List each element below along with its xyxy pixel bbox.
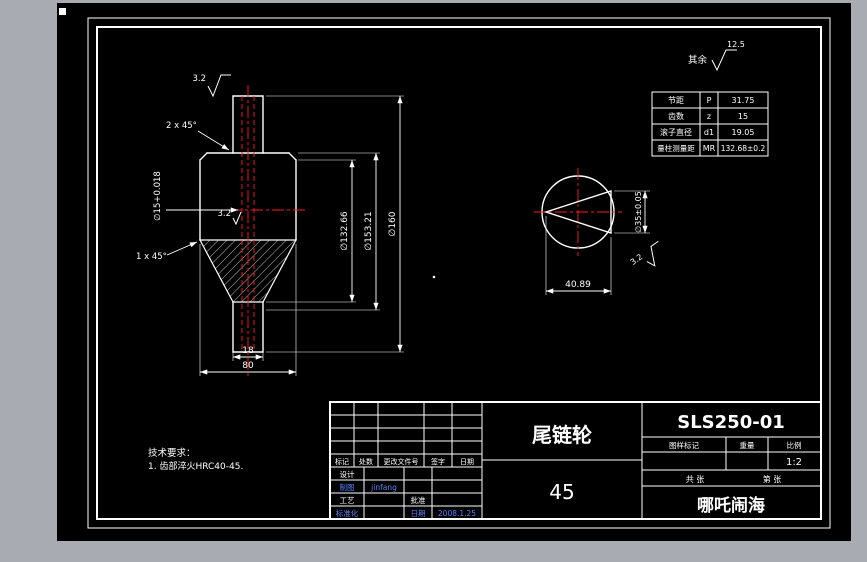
- param-row-symbol: P: [707, 96, 712, 105]
- rev-header-sign: 签字: [431, 457, 445, 466]
- dim-text-bore: ∅15+0.018: [153, 171, 163, 221]
- rev-header-count: 处数: [359, 457, 373, 466]
- sig-process-label: 工艺: [340, 496, 355, 505]
- param-row-value: 31.75: [732, 96, 755, 105]
- sig-date-value: 2008.1.25: [438, 509, 476, 518]
- param-row-symbol: d1: [704, 128, 714, 137]
- dim-text-cone-dia: ∅35±0.05: [634, 191, 643, 233]
- tech-req-item: 1. 齿部淬火HRC40-45.: [148, 460, 243, 472]
- drawing-number: SLS250-01: [677, 412, 785, 433]
- sprocket-parameter-table: 节距 P 31.75 齿数 z 15 滚子直径 d1 19.05 量柱测量距 M…: [651, 91, 769, 157]
- part-name: 尾链轮: [532, 423, 592, 447]
- surface-note-value: 12.5: [727, 40, 745, 49]
- param-row-name: 节距: [668, 96, 684, 105]
- dim-text-root-dia: ∅132.66: [340, 211, 350, 251]
- sig-draft-name: jinfang: [370, 483, 397, 492]
- scale-label: 比例: [787, 440, 802, 450]
- sig-date-label: 日期: [411, 509, 426, 518]
- roughness-top-value: 3.2: [192, 74, 206, 84]
- dim-text-pitch-dia: ∅153.21: [364, 211, 374, 250]
- param-row-name: 齿数: [668, 111, 684, 121]
- tech-req-title: 技术要求：: [148, 447, 196, 459]
- sig-design-label: 设计: [340, 469, 355, 479]
- sig-approve-label: 批准: [411, 495, 426, 505]
- dim-text-outer-dia: ∅160: [388, 211, 398, 236]
- cad-viewport: 其余 12.5 节距 P 31.75 齿数 z 15 滚子直径 d1 19.05…: [0, 0, 867, 562]
- rev-header-date: 日期: [460, 458, 474, 466]
- company-name: 哪吒闹海: [697, 495, 765, 516]
- param-row-name: 量柱测量距: [657, 143, 695, 153]
- chamfer-bottom-text: 1 x 45°: [136, 252, 167, 262]
- dim-text-cone-length: 40.89: [565, 280, 591, 290]
- weight-label: 重量: [740, 441, 755, 450]
- dim-text-rim-width: 18: [242, 346, 254, 356]
- stamp-label: 图样标记: [669, 440, 699, 450]
- scale-value: 1:2: [786, 457, 802, 468]
- param-row-symbol: z: [707, 112, 711, 121]
- material: 45: [549, 480, 574, 504]
- param-row-name: 滚子直径: [660, 127, 692, 137]
- model-space-background[interactable]: [57, 3, 851, 541]
- stray-point-blip: [432, 275, 436, 279]
- param-row-symbol: MR: [703, 144, 716, 153]
- param-row-value: 132.68±0.2: [721, 144, 766, 153]
- cad-canvas[interactable]: 其余 12.5 节距 P 31.75 齿数 z 15 滚子直径 d1 19.05…: [0, 0, 867, 562]
- viewport-corner-marker: [59, 8, 66, 15]
- surface-note-label: 其余: [688, 54, 708, 66]
- roughness-bore-value: 3.2: [217, 209, 231, 219]
- sheet-number: 第 张: [763, 474, 782, 484]
- chamfer-top-text: 2 x 45°: [166, 121, 197, 131]
- rev-header-mark: 标记: [335, 457, 349, 466]
- param-row-value: 15: [738, 112, 748, 121]
- rev-header-doc: 更改文件号: [384, 457, 419, 466]
- sig-standardize-label: 标准化: [336, 508, 359, 518]
- dim-text-hub-length: 80: [242, 361, 254, 371]
- param-row-value: 19.05: [732, 128, 755, 137]
- sheet-total: 共 张: [686, 475, 705, 484]
- sig-draft-label: 制图: [340, 482, 355, 492]
